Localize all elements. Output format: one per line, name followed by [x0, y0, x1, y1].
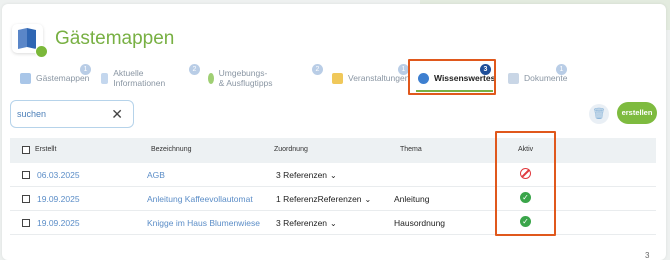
- tab-gaestemappen[interactable]: Gästemappen 1: [20, 64, 91, 90]
- assignment-dropdown[interactable]: 3 Referenzen ⌄: [276, 218, 337, 228]
- page-header: Gästemappen: [12, 24, 175, 58]
- calendar-icon: [332, 72, 343, 84]
- page-number: 3: [645, 251, 650, 260]
- created-date: 06.03.2025: [37, 170, 80, 180]
- tab-badge: 2: [189, 64, 200, 75]
- table-row[interactable]: 06.03.2025 AGB 3 Referenzen ⌄: [10, 163, 656, 187]
- table-row[interactable]: 19.09.2025 Anleitung Kaffeevollautomat 1…: [10, 187, 656, 211]
- created-date: 19.09.2025: [37, 218, 80, 228]
- assignment-value: 3 Referenzen: [276, 218, 328, 228]
- tab-label: Aktuelle Informationen: [113, 68, 166, 88]
- tab-badge: 1: [556, 64, 567, 75]
- tab-badge: 2: [312, 64, 323, 75]
- column-header-topic[interactable]: Thema: [400, 146, 422, 153]
- topic-value: Hausordnung: [394, 218, 446, 228]
- assignment-dropdown[interactable]: 3 Referenzen ⌄: [276, 170, 337, 180]
- tab-umgebungs-ausflugtipps[interactable]: Umgebungs- & Ausflugtipps 2: [208, 64, 323, 90]
- delete-button[interactable]: 🗑: [589, 104, 609, 124]
- tab-label: Umgebungs- & Ausflugtipps: [218, 68, 273, 88]
- assignment-value: 3 Referenzen: [276, 170, 328, 180]
- guestbook-icon: [12, 24, 48, 58]
- column-header-assignment[interactable]: Zuordnung: [274, 146, 308, 153]
- main-card: Gästemappen Gästemappen 1 Aktuelle Infor…: [2, 4, 666, 260]
- row-checkbox[interactable]: [22, 195, 30, 203]
- chevron-down-icon: ⌄: [364, 195, 372, 204]
- document-icon: [508, 72, 519, 84]
- book-icon: [20, 72, 31, 84]
- search-field: ✕: [10, 100, 134, 128]
- column-header-created[interactable]: Erstellt: [35, 146, 56, 153]
- chevron-down-icon: ⌄: [330, 171, 337, 180]
- item-name-link[interactable]: AGB: [147, 170, 165, 180]
- row-checkbox[interactable]: [22, 219, 30, 227]
- item-name-link[interactable]: Anleitung Kaffeevollautomat: [147, 194, 253, 204]
- row-checkbox[interactable]: [22, 171, 30, 179]
- assignment-dropdown[interactable]: 1 ReferenzReferenzen ⌄: [276, 194, 371, 204]
- table-row[interactable]: 19.09.2025 Knigge im Haus Blumenwiese 3 …: [10, 211, 656, 235]
- tab-aktuelle-informationen[interactable]: Aktuelle Informationen 2: [101, 64, 200, 90]
- search-input[interactable]: [17, 109, 107, 119]
- create-button[interactable]: erstellen: [617, 102, 657, 124]
- assignment-value: 1 ReferenzReferenzen: [276, 194, 362, 204]
- page-title: Gästemappen: [55, 27, 175, 49]
- table-header: Erstellt Bezeichnung Zuordnung Thema Akt…: [10, 138, 656, 163]
- info-board-icon: [101, 72, 109, 84]
- clear-search-icon[interactable]: ✕: [111, 106, 123, 123]
- location-icon: [208, 72, 214, 84]
- column-header-name[interactable]: Bezeichnung: [151, 146, 191, 153]
- select-all-checkbox[interactable]: [22, 146, 30, 154]
- trash-icon: 🗑: [592, 108, 606, 120]
- topic-value: Anleitung: [394, 194, 430, 204]
- tab-dokumente[interactable]: Dokumente 1: [508, 64, 567, 90]
- highlight-box-tab: [408, 59, 496, 95]
- tab-label: Gästemappen: [36, 73, 90, 83]
- item-name-link[interactable]: Knigge im Haus Blumenwiese: [147, 218, 260, 228]
- tab-badge: 1: [80, 64, 91, 75]
- tab-veranstaltungen[interactable]: Veranstaltungen 1: [332, 64, 409, 90]
- created-date: 19.09.2025: [37, 194, 80, 204]
- chevron-down-icon: ⌄: [330, 219, 337, 228]
- highlight-box-active-column: [495, 131, 556, 236]
